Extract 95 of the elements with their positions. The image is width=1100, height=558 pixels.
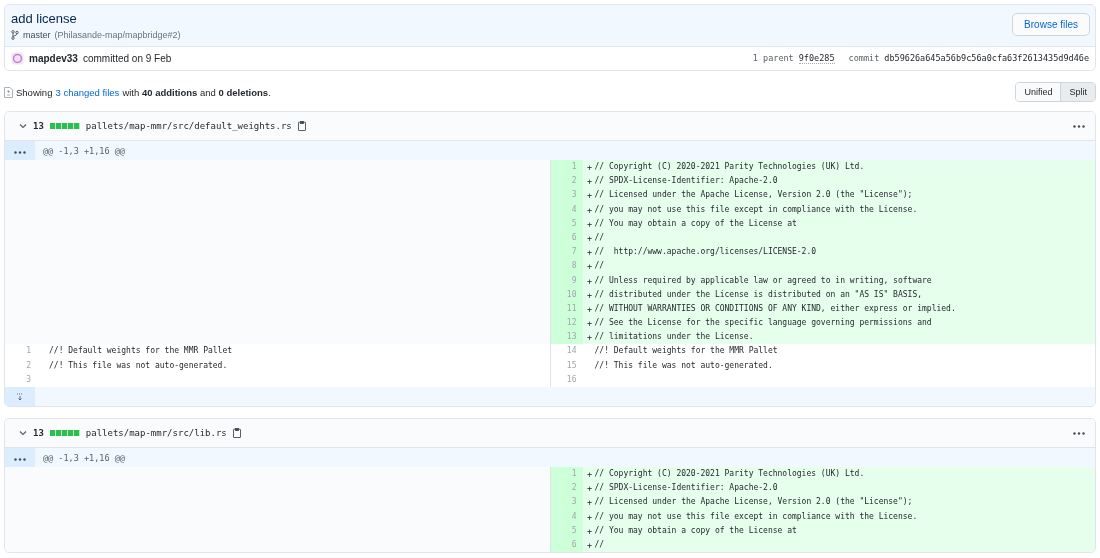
- pull-request-ref[interactable]: (Philasande-map/mapbridge#2): [54, 30, 181, 40]
- code-text: // Unless required by applicable law or agreed to in writing, software: [594, 274, 932, 287]
- code-text: // WITHOUT WARRANTIES OR CONDITIONS OF ANY KIND, either express or implied.: [594, 302, 956, 315]
- code-text: // you may not use this file except in compliance with the License.: [594, 203, 918, 216]
- line-number[interactable]: 3: [5, 372, 37, 387]
- hunk-header: @@ -1,3 +1,16 @@: [42, 145, 125, 156]
- more-options-icon[interactable]: [14, 457, 26, 461]
- line-number[interactable]: 16: [550, 372, 583, 387]
- line-number[interactable]: 1: [5, 344, 37, 359]
- code-text: //! This file was not auto-generated.: [49, 359, 228, 372]
- diff-count: 13: [33, 121, 44, 131]
- browse-files-button[interactable]: Browse files: [1012, 13, 1090, 36]
- code-text: //: [594, 538, 605, 551]
- commit-title: add license: [11, 11, 78, 26]
- code-text: // Licensed under the Apache License, Version 2.0 (the "License");: [594, 496, 913, 509]
- added-sign: +: [585, 203, 594, 217]
- code-text: // You may obtain a copy of the License at: [594, 524, 797, 537]
- diffstat-icon: [49, 430, 80, 436]
- branch-icon: [11, 30, 19, 40]
- added-sign: +: [585, 496, 594, 510]
- file-diff-icon: [4, 86, 13, 98]
- line-number[interactable]: 15: [550, 358, 583, 373]
- parent-sha-link[interactable]: 9f0e285: [798, 53, 835, 64]
- added-sign: +: [585, 302, 594, 316]
- code-text: // limitations under the License.: [594, 331, 754, 344]
- line-number[interactable]: 7: [550, 245, 583, 260]
- changed-files-link[interactable]: 3 changed files: [55, 86, 120, 98]
- chevron-down-icon[interactable]: [19, 430, 27, 436]
- commit-date: committed on 9 Feb: [82, 53, 172, 64]
- line-number[interactable]: 8: [550, 259, 583, 274]
- line-number[interactable]: 2: [5, 358, 37, 373]
- code-text: //: [594, 260, 605, 273]
- commit-sha: db59626a645a56b9c56a0cfa63f2613435d9d46e: [884, 53, 1089, 64]
- chevron-down-icon[interactable]: [19, 123, 27, 129]
- added-sign: +: [585, 524, 594, 538]
- code-text: // distributed under the License is distributed on an "AS IS" BASIS,: [594, 288, 922, 301]
- line-number[interactable]: 13: [550, 330, 583, 345]
- added-sign: +: [585, 288, 594, 302]
- expand-down-icon: [16, 392, 24, 401]
- branch-name[interactable]: master: [23, 30, 51, 40]
- added-sign: +: [585, 231, 594, 245]
- view-toggle-button[interactable]: Split: [1060, 83, 1095, 101]
- code-text: //! Default weights for the MMR Pallet: [49, 345, 233, 358]
- code-text: // SPDX-License-Identifier: Apache-2.0: [594, 482, 778, 495]
- code-text: // See the License for the specific language governing permissions and: [594, 317, 932, 330]
- added-sign: +: [585, 510, 594, 524]
- hunk-header: @@ -1,3 +1,16 @@: [42, 452, 125, 463]
- added-sign: +: [585, 260, 594, 274]
- file-path: pallets/map-mmr/src/lib.rs: [85, 428, 227, 438]
- line-number[interactable]: 3: [550, 495, 583, 510]
- summary-prefix: Showing: [16, 86, 53, 98]
- parent-label: 1 parent: [752, 53, 794, 64]
- code-text: // You may obtain a copy of the License at: [594, 217, 797, 230]
- line-number[interactable]: 12: [550, 316, 583, 331]
- code-text: // http://www.apache.org/licenses/LICENSE-2.0: [594, 246, 817, 259]
- added-sign: +: [585, 274, 594, 288]
- added-sign: +: [585, 189, 594, 203]
- added-sign: +: [585, 482, 594, 496]
- added-sign: +: [585, 317, 594, 331]
- added-sign: +: [585, 161, 594, 174]
- line-number[interactable]: 2: [550, 481, 583, 496]
- commit-label: commit: [848, 53, 880, 64]
- line-number[interactable]: 2: [550, 174, 583, 189]
- code-text: // SPDX-License-Identifier: Apache-2.0: [594, 175, 778, 188]
- more-options-icon[interactable]: [1073, 124, 1085, 128]
- code-text: // Copyright (C) 2020-2021 Parity Technologies (UK) Ltd.: [594, 161, 865, 173]
- code-text: // Copyright (C) 2020-2021 Parity Technologies (UK) Ltd.: [594, 468, 865, 480]
- added-sign: +: [585, 246, 594, 260]
- added-sign: +: [585, 331, 594, 345]
- line-number[interactable]: 1: [550, 467, 583, 482]
- line-number[interactable]: 14: [550, 344, 583, 359]
- diffstat-icon: [49, 123, 80, 129]
- clipboard-icon[interactable]: [297, 121, 306, 131]
- code-text: //! Default weights for the MMR Pallet: [594, 345, 778, 358]
- added-sign: +: [585, 217, 594, 231]
- added-sign: +: [585, 538, 594, 552]
- view-toggle-button[interactable]: Unified: [1016, 83, 1061, 101]
- added-sign: +: [585, 175, 594, 189]
- expand-up-button[interactable]: [5, 141, 35, 160]
- clipboard-icon[interactable]: [232, 428, 241, 438]
- code-text: // you may not use this file except in compliance with the License.: [594, 510, 918, 523]
- summary-text: with 40 additions and 0 deletions.: [122, 86, 271, 98]
- expand-up-button[interactable]: [5, 448, 35, 467]
- line-number[interactable]: 1: [550, 160, 583, 175]
- code-text: // Licensed under the Apache License, Version 2.0 (the "License");: [594, 189, 913, 202]
- code-text: //: [594, 231, 605, 244]
- author-name[interactable]: mapdev33: [29, 53, 78, 64]
- added-sign: +: [585, 468, 594, 481]
- file-path: pallets/map-mmr/src/default_weights.rs: [85, 121, 292, 131]
- code-text: //! This file was not auto-generated.: [594, 359, 773, 372]
- diff-count: 13: [33, 428, 44, 438]
- line-number[interactable]: 3: [550, 188, 583, 203]
- more-options-icon[interactable]: [1073, 431, 1085, 435]
- avatar-icon: [11, 52, 24, 65]
- more-options-icon[interactable]: [14, 150, 26, 154]
